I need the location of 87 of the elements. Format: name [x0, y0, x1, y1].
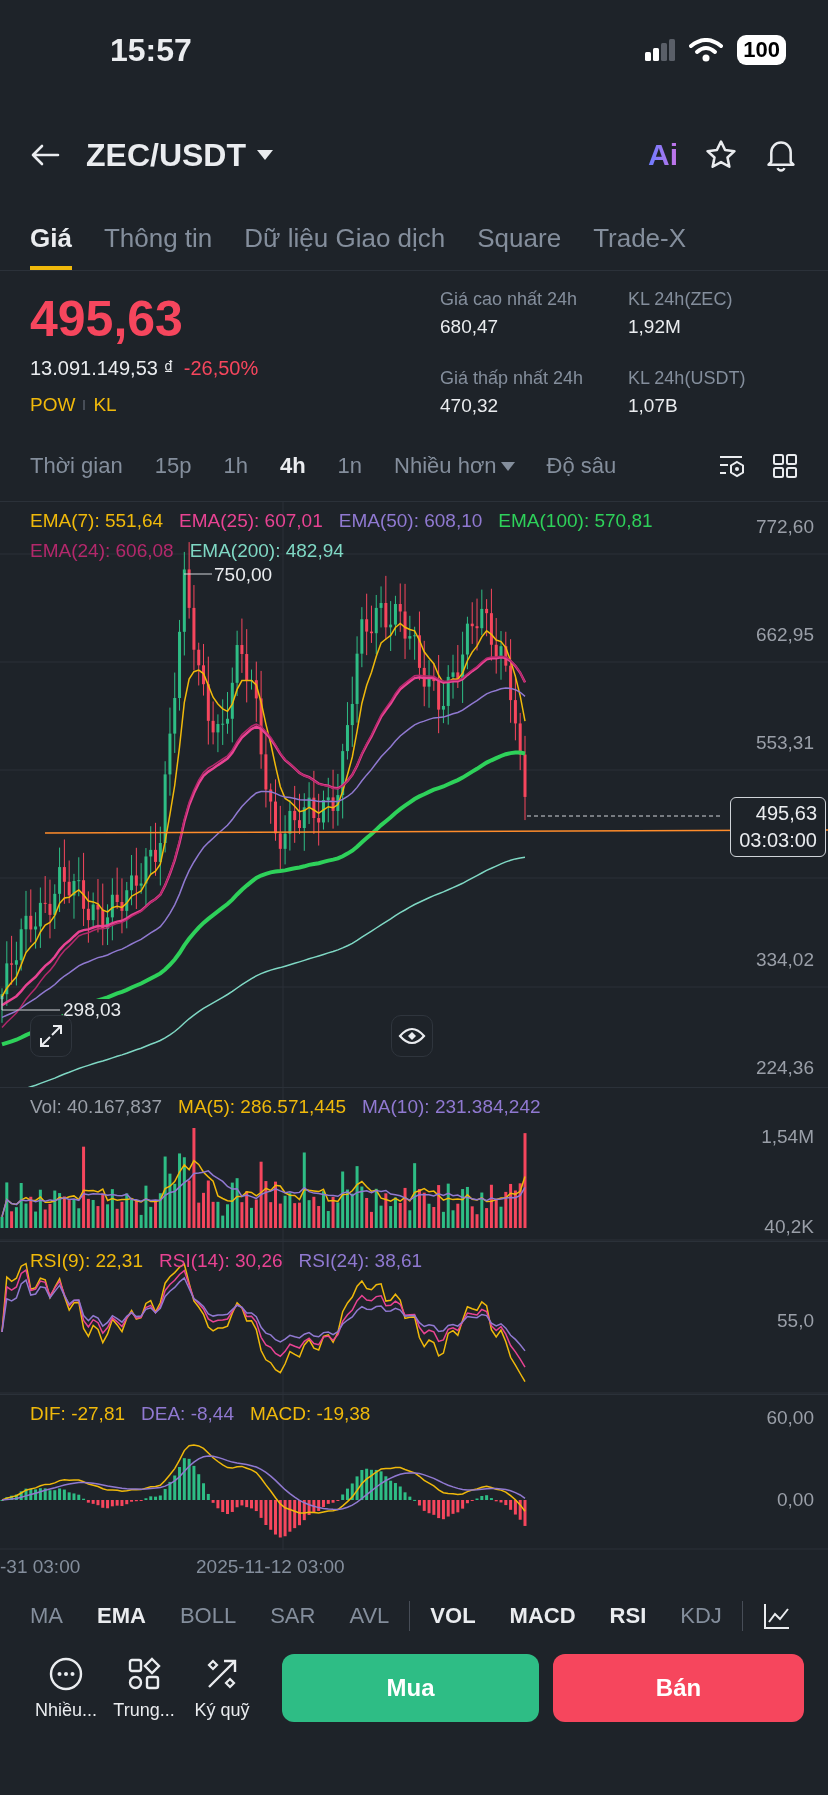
- time-label: Thời gian: [30, 453, 123, 479]
- chart-settings-icon[interactable]: [718, 453, 746, 479]
- macd-legend: DEA: -8,44: [141, 1403, 234, 1425]
- price-axis-label: 772,60: [755, 516, 814, 538]
- coin-tag[interactable]: POW: [30, 394, 76, 416]
- pair-selector[interactable]: ZEC/USDT: [86, 136, 274, 174]
- volume-legend: MA(10): 231.384,242: [362, 1096, 541, 1118]
- indicator-option[interactable]: EMA: [97, 1603, 146, 1629]
- price-axis-label: 662,95: [755, 624, 814, 646]
- depth-tab[interactable]: Độ sâu: [546, 453, 617, 479]
- action-button[interactable]: Trung...: [112, 1655, 176, 1721]
- rsi-legend: RSI(24): 38,61: [298, 1250, 423, 1272]
- indicator-option[interactable]: KDJ: [680, 1603, 722, 1629]
- action-button[interactable]: Ký quỹ: [190, 1655, 254, 1721]
- macd-legend: MACD: -19,38: [250, 1403, 371, 1425]
- timeframe-option[interactable]: 4h: [279, 453, 306, 479]
- stat-label: KL 24h(ZEC): [628, 289, 734, 310]
- tab[interactable]: Thông tin: [103, 210, 213, 270]
- battery-indicator: 100: [737, 35, 786, 65]
- stat-value: 470,32: [440, 395, 500, 417]
- stat-label: KL 24h(USDT): [628, 368, 747, 389]
- tab[interactable]: Square: [477, 210, 562, 270]
- volume-axis-label: 40,2K: [764, 1216, 814, 1238]
- stat-label: Giá thấp nhất 24h: [440, 368, 585, 389]
- candle-countdown: 03:03:00: [739, 829, 817, 852]
- line-chart-icon[interactable]: [762, 1602, 791, 1630]
- buy-button[interactable]: Mua: [282, 1654, 539, 1722]
- action-button[interactable]: Nhiều...: [34, 1655, 98, 1721]
- back-arrow-icon[interactable]: [30, 143, 60, 167]
- tab[interactable]: Trade-X: [593, 210, 687, 270]
- timeframe-option[interactable]: 1n: [337, 453, 363, 479]
- indicator-option[interactable]: VOL: [430, 1603, 476, 1629]
- expand-icon: [38, 1023, 64, 1049]
- indicator-option[interactable]: MA: [30, 1603, 63, 1629]
- caret-icon: [256, 149, 274, 161]
- stat-value: 1,92M: [628, 316, 682, 338]
- indicator-option[interactable]: MACD: [509, 1603, 576, 1629]
- last-price: 495,63: [30, 290, 184, 349]
- macd-legend: DIF: -27,81: [30, 1403, 126, 1425]
- indicator-option[interactable]: BOLL: [179, 1603, 237, 1629]
- ema-legend: EMA(25): 607,01: [179, 510, 323, 532]
- ema-legend: EMA(7): 551,64: [30, 510, 164, 532]
- signal-icon: [645, 39, 676, 61]
- wifi-icon: [689, 38, 724, 62]
- leader-line: [183, 573, 213, 575]
- macd-axis-label: 60,00: [766, 1407, 814, 1429]
- rsi-legend: RSI(14): 30,26: [159, 1250, 283, 1272]
- tab[interactable]: Dữ liệu Giao dịch: [244, 210, 446, 270]
- rsi-legend: RSI(9): 22,31: [30, 1250, 143, 1272]
- visibility-button[interactable]: [391, 1015, 433, 1057]
- stat-value: 1,07B: [628, 395, 679, 417]
- leader-line: [1, 995, 61, 1011]
- sell-button[interactable]: Bán: [553, 1654, 804, 1722]
- more-icon: [48, 1655, 84, 1692]
- stat-value: 680,47: [440, 316, 500, 338]
- indicator-option[interactable]: RSI: [609, 1603, 647, 1629]
- volume-axis-label: 1,54M: [761, 1126, 814, 1148]
- coin-tag[interactable]: KL: [93, 394, 117, 416]
- tab[interactable]: Giá: [30, 210, 72, 270]
- timeframe-option[interactable]: 1h: [223, 453, 248, 479]
- macd-axis-label: 0,00: [777, 1489, 814, 1511]
- price-change: -26,50%: [183, 357, 259, 380]
- shapes-grid-icon: [126, 1655, 162, 1692]
- more-timeframes-dropdown[interactable]: Nhiều hơn: [394, 453, 515, 479]
- volume-legend: Vol: 40.167,837: [30, 1096, 163, 1118]
- layout-grid-icon[interactable]: [772, 453, 798, 479]
- time-axis-label: -31 03:00: [0, 1556, 81, 1578]
- low-price-marker: 298,03: [63, 999, 122, 1021]
- current-price: 495,63: [755, 802, 817, 825]
- price-axis-label: 553,31: [755, 732, 814, 754]
- ema-legend: EMA(100): 570,81: [498, 510, 653, 532]
- indicator-option[interactable]: SAR: [270, 1603, 316, 1629]
- volume-legend: MA(5): 286.571,445: [178, 1096, 347, 1118]
- status-time: 15:57: [110, 31, 192, 69]
- price-axis-label: 334,02: [755, 949, 814, 971]
- rsi-axis-label: 55,0: [777, 1310, 814, 1332]
- stat-label: Giá cao nhất 24h: [440, 289, 579, 310]
- eye-icon: [398, 1026, 426, 1046]
- price-axis-label: 224,36: [755, 1057, 814, 1079]
- caret-icon: [500, 461, 515, 471]
- fiat-price: 13.091.149,53 ₫: [30, 357, 174, 380]
- ema-legend: EMA(50): 608,10: [338, 510, 483, 532]
- timeframe-option[interactable]: 15p: [154, 453, 192, 479]
- indicator-option[interactable]: AVL: [349, 1603, 390, 1629]
- ema-legend: EMA(200): 482,94: [189, 540, 344, 562]
- ema-legend: EMA(24): 606,08: [30, 540, 174, 562]
- time-axis-label: 2025-11-12 03:00: [196, 1556, 345, 1578]
